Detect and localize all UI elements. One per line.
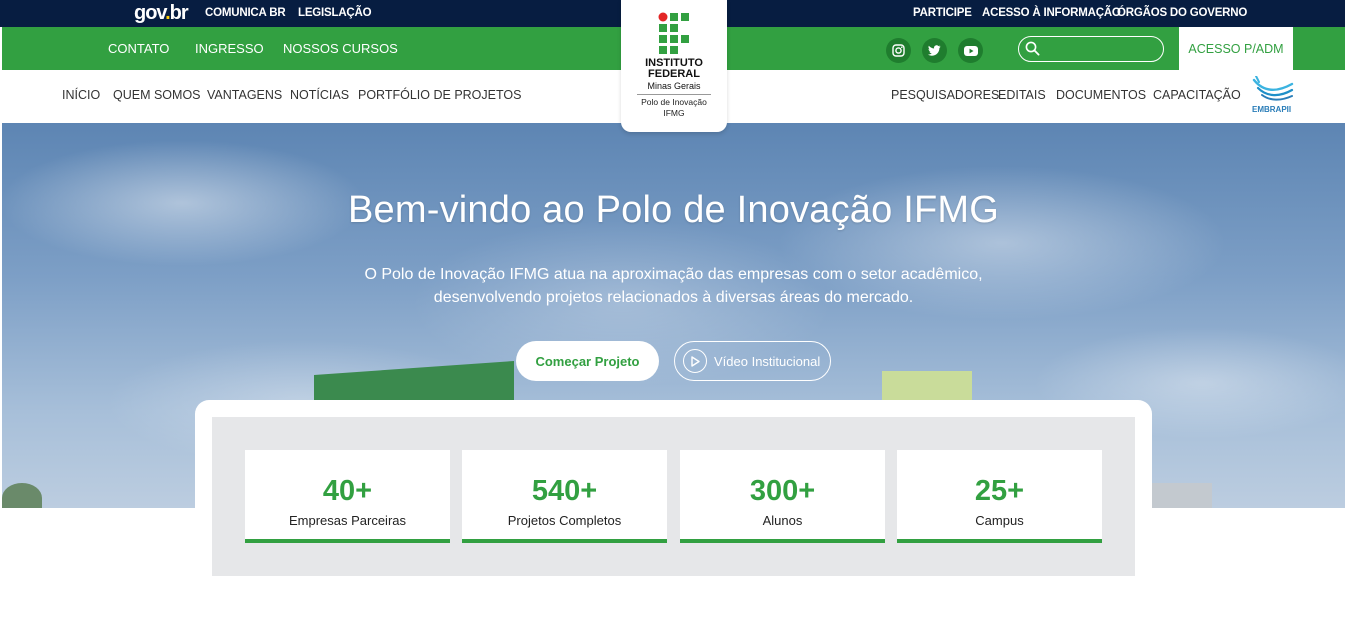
nav-quem-somos[interactable]: QUEM SOMOS [113, 88, 201, 102]
participe-link[interactable]: PARTICIPE [913, 7, 972, 19]
stat-label: Alunos [762, 513, 803, 528]
orgaos-governo-link[interactable]: ÓRGÃOS DO GOVERNO [1117, 7, 1247, 19]
institutional-video-label: Vídeo Institucional [714, 353, 821, 369]
embrapii-wave-icon [1252, 75, 1294, 101]
nav-capacitacao[interactable]: CAPACITAÇÃO [1153, 88, 1241, 102]
stat-value: 25+ [974, 475, 1025, 507]
twitter-icon[interactable] [922, 38, 947, 63]
stat-value: 40+ [322, 475, 373, 507]
stat-label: Campus [975, 513, 1024, 528]
nav-editais[interactable]: EDITAIS [998, 88, 1046, 102]
comunica-br-link[interactable]: COMUNICA BR [205, 7, 286, 19]
ifmg-logo[interactable]: INSTITUTO FEDERAL Minas Gerais Polo de In… [621, 0, 727, 132]
logo-state: Minas Gerais [647, 81, 701, 91]
govbr-logo[interactable]: gov.br [134, 2, 189, 25]
stat-value: 300+ [749, 475, 816, 507]
stat-label: Projetos Completos [507, 513, 622, 528]
search-input[interactable] [1045, 40, 1157, 58]
stat-empresas-parceiras: 40+ Empresas Parceiras [245, 450, 450, 543]
search-box[interactable] [1018, 36, 1164, 62]
youtube-icon[interactable] [958, 38, 983, 63]
hero-subtitle: O Polo de Inovação IFMG atua na aproxima… [364, 266, 983, 306]
hero-title: Bem-vindo ao Polo de Inovação IFMG [347, 189, 1000, 231]
logo-title: INSTITUTO FEDERAL [645, 57, 703, 80]
nav-inicio[interactable]: INÍCIO [62, 88, 100, 102]
stat-alunos: 300+ Alunos [680, 450, 885, 543]
nav-pesquisadores[interactable]: PESQUISADORES [891, 88, 999, 102]
hero-tree [2, 483, 42, 508]
nav-noticias[interactable]: NOTÍCIAS [290, 88, 349, 102]
logo-subtitle: Polo de Inovação IFMG [641, 97, 707, 118]
play-icon [683, 349, 707, 373]
search-icon [1025, 41, 1040, 61]
if-grid-icon [658, 12, 689, 54]
admin-access-button[interactable]: ACESSO P/ADM [1179, 27, 1293, 70]
logo-divider [637, 94, 711, 95]
nossos-cursos-link[interactable]: NOSSOS CURSOS [283, 41, 398, 56]
nav-vantagens[interactable]: VANTAGENS [207, 88, 282, 102]
embrapii-label: EMBRAPII [1252, 105, 1292, 114]
stat-value: 540+ [531, 475, 598, 507]
instagram-icon[interactable] [886, 38, 911, 63]
ingresso-link[interactable]: INGRESSO [195, 41, 264, 56]
legislacao-link[interactable]: LEGISLAÇÃO [298, 7, 372, 19]
embrapii-logo[interactable]: EMBRAPII [1248, 75, 1298, 118]
stat-label: Empresas Parceiras [288, 513, 407, 528]
institutional-video-button[interactable]: Vídeo Institucional [674, 341, 831, 381]
nav-documentos[interactable]: DOCUMENTOS [1056, 88, 1146, 102]
stat-projetos-completos: 540+ Projetos Completos [462, 450, 667, 543]
hero-building [1152, 483, 1212, 508]
acesso-informacao-link[interactable]: ACESSO À INFORMAÇÃO [982, 7, 1121, 19]
nav-portfolio[interactable]: PORTFÓLIO DE PROJETOS [358, 88, 521, 102]
contato-link[interactable]: CONTATO [108, 41, 169, 56]
stat-campus: 25+ Campus [897, 450, 1102, 543]
start-project-button[interactable]: Começar Projeto [516, 341, 659, 381]
